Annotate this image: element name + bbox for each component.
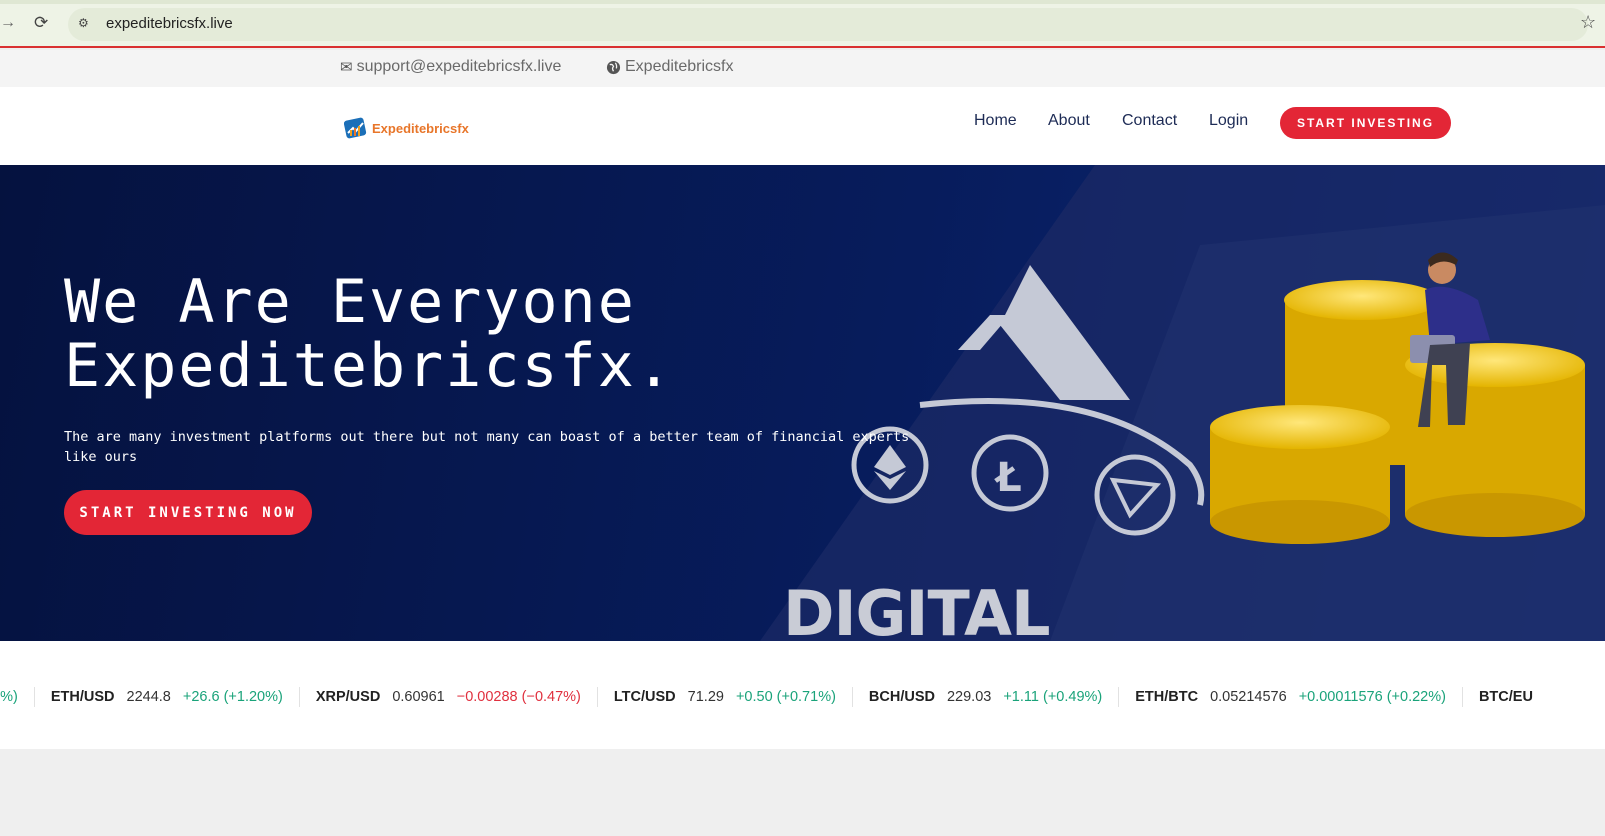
ticker-item[interactable]: 96%) (0, 687, 35, 707)
ticker-pair: LTC/USD (613, 689, 676, 705)
site-name-link[interactable]: Expeditebricsfx (606, 58, 734, 76)
ticker-pair: ETH/BTC (1135, 689, 1199, 705)
globe-icon (606, 60, 621, 74)
ticker-pair: ETH/USD (50, 689, 115, 705)
ticker-pair: BTC/EU (1478, 689, 1533, 705)
ticker-item[interactable]: XRP/USD 0.60961 −0.00288 (−0.47%) (300, 687, 598, 707)
hero-illustration: Ł (760, 165, 1605, 641)
support-email-text: support@expeditebricsfx.live (356, 58, 562, 75)
address-bar[interactable] (68, 8, 1588, 41)
start-investing-now-button[interactable]: START INVESTING NOW (64, 490, 312, 535)
ticker-item[interactable]: ETH/USD 2244.8 +26.6 (+1.20%) (35, 687, 300, 707)
ticker-price: 229.03 (946, 689, 992, 705)
logo-text: Expeditebricsfx (372, 120, 469, 136)
ticker-change: +1.11 (+0.49%) (1003, 689, 1103, 705)
ticker-item[interactable]: ETH/BTC 0.05214576 +0.00011576 (+0.22%) (1119, 687, 1463, 707)
ticker-item[interactable]: BCH/USD 229.03 +1.11 (+0.49%) (853, 687, 1120, 707)
ticker-change: −0.00288 (−0.47%) (456, 689, 581, 705)
hero-title: We Are Everyone Expeditebricsfx. (64, 270, 674, 398)
ticker-change: +0.50 (+0.71%) (735, 689, 836, 705)
bookmark-star-icon[interactable]: ☆ (1580, 12, 1596, 33)
hero-banner: Ł We Are Everyone Expeditebricsfx. The a… (0, 165, 1605, 641)
ticker-item[interactable]: BTC/EU (1463, 687, 1561, 707)
ticker-row: 96%) ETH/USD 2244.8 +26.6 (+1.20%) XRP/USD 0.… (0, 687, 1561, 707)
forward-arrow-icon[interactable]: → (0, 14, 16, 32)
digital-graphic-text: DIGITAL (783, 577, 1050, 641)
browser-toolbar: → ⟳ ⚙ expeditebricsfx.live ☆ (0, 0, 1605, 48)
site-name-text: Expeditebricsfx (625, 58, 734, 75)
hero-title-line-2: Expeditebricsfx. (64, 331, 674, 401)
ticker-change: +26.6 (+1.20%) (182, 689, 283, 705)
ticker-price: 2244.8 (126, 689, 171, 705)
site-logo[interactable]: Expeditebricsfx (344, 117, 469, 139)
ticker-price: 71.29 (687, 689, 724, 705)
top-info-bar: ✉ support@expeditebricsfx.live Expediteb… (0, 50, 1605, 87)
nav-login[interactable]: Login (1209, 112, 1248, 130)
coin-stack-front (1210, 405, 1390, 544)
site-header: Expeditebricsfx Home About Contact Login… (0, 87, 1605, 165)
ticker-change: 96%) (0, 689, 18, 705)
ticker-change: +0.00011576 (+0.22%) (1298, 689, 1446, 705)
ticker-item[interactable]: LTC/USD 71.29 +0.50 (+0.71%) (598, 687, 853, 707)
reload-icon[interactable]: ⟳ (34, 13, 48, 33)
site-info-icon[interactable]: ⚙ (78, 16, 89, 30)
hero-title-line-1: We Are Everyone (64, 267, 636, 337)
svg-text:Ł: Ł (994, 455, 1022, 501)
coin-stack-right (1405, 343, 1585, 537)
nav-about[interactable]: About (1048, 112, 1090, 130)
ticker-pair: BCH/USD (868, 689, 935, 705)
ticker-pair: XRP/USD (315, 689, 381, 705)
logo-chart-icon (344, 117, 367, 139)
nav-home[interactable]: Home (974, 112, 1017, 130)
support-email[interactable]: ✉ support@expeditebricsfx.live (340, 58, 561, 76)
url-text[interactable]: expeditebricsfx.live (106, 15, 233, 32)
start-investing-button[interactable]: START INVESTING (1280, 107, 1451, 139)
page-bottom-area (0, 749, 1605, 836)
ticker-price: 0.05214576 (1210, 689, 1287, 705)
tab-strip (0, 0, 1605, 4)
ticker-price: 0.60961 (392, 689, 445, 705)
hero-subtitle: The are many investment platforms out th… (64, 429, 910, 465)
envelope-icon: ✉ (340, 59, 353, 76)
price-ticker: 96%) ETH/USD 2244.8 +26.6 (+1.20%) XRP/USD 0.… (0, 641, 1605, 749)
nav-contact[interactable]: Contact (1122, 112, 1177, 130)
